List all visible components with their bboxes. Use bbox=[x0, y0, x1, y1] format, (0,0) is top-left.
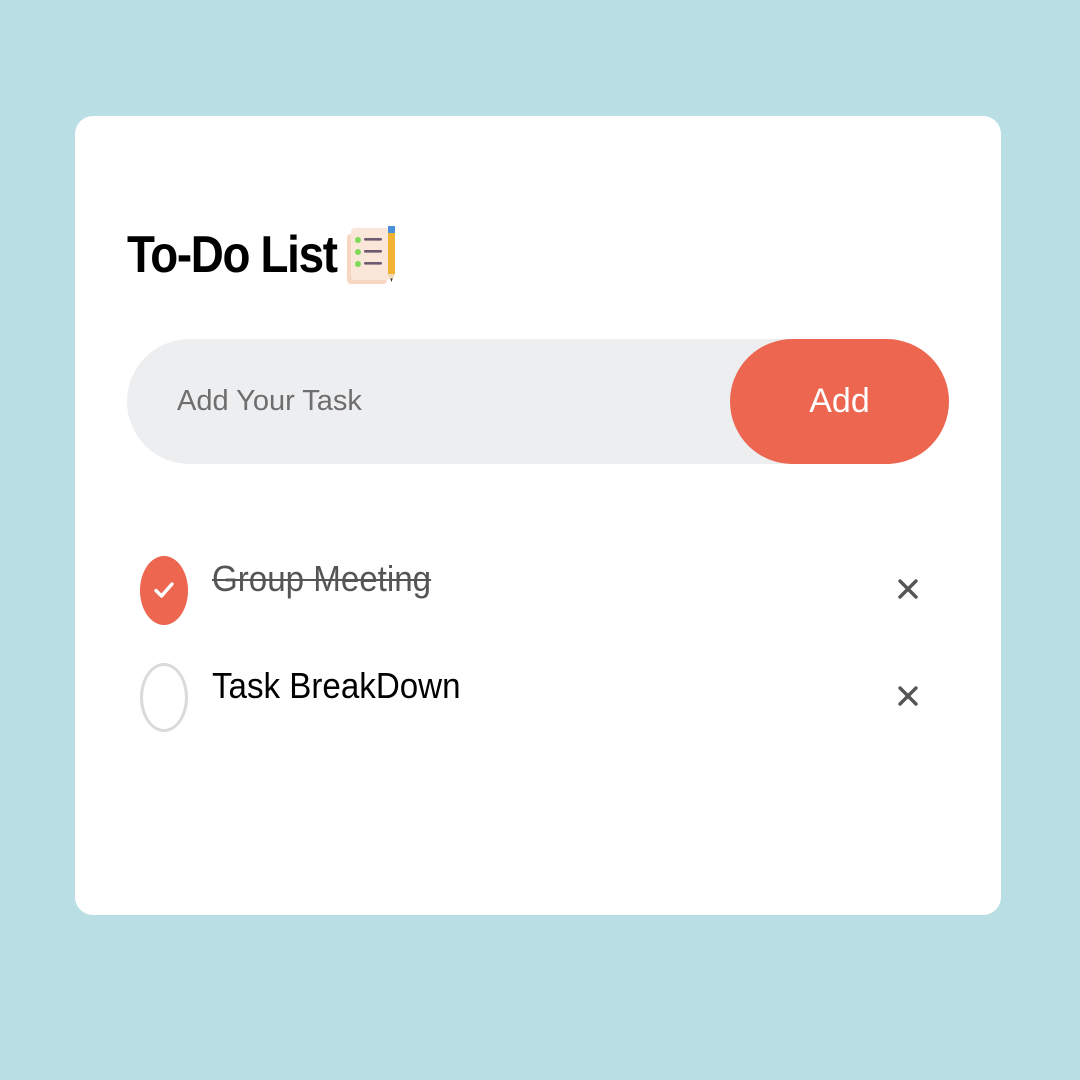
add-button[interactable]: Add bbox=[730, 339, 949, 464]
task-label[interactable]: Task BreakDown bbox=[212, 663, 461, 709]
checklist-icon bbox=[345, 224, 401, 288]
close-icon bbox=[898, 579, 918, 599]
task-list: Group Meeting Task BreakDown bbox=[139, 554, 939, 768]
todo-card: To-Do List Add Your Task Add Group Meeti… bbox=[75, 116, 1001, 915]
close-icon bbox=[898, 686, 918, 706]
task-checkbox-checked[interactable] bbox=[140, 556, 188, 625]
header: To-Do List bbox=[127, 220, 395, 290]
task-input[interactable] bbox=[177, 339, 717, 464]
list-item: Task BreakDown bbox=[139, 661, 939, 768]
list-item: Group Meeting bbox=[139, 554, 939, 661]
delete-task-button[interactable] bbox=[889, 677, 929, 717]
add-task-row: Add bbox=[127, 339, 949, 464]
checkmark-icon bbox=[154, 582, 174, 598]
delete-task-button[interactable] bbox=[889, 570, 929, 610]
task-label[interactable]: Group Meeting bbox=[212, 556, 431, 602]
task-checkbox-unchecked[interactable] bbox=[140, 663, 188, 732]
page-title: To-Do List bbox=[127, 226, 338, 284]
